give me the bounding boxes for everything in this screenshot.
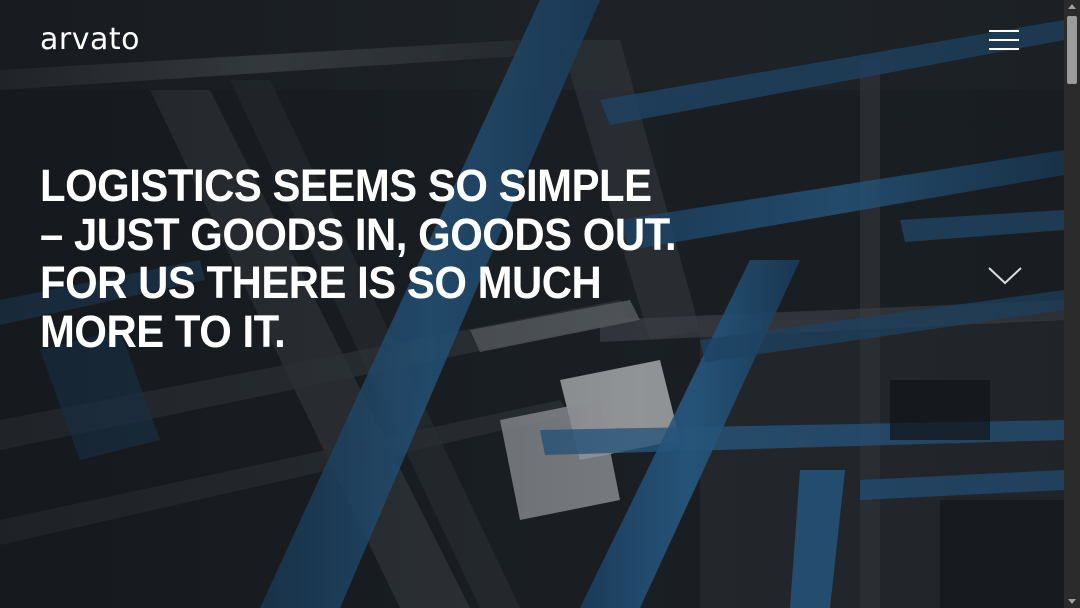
chevron-down-icon — [988, 267, 1022, 285]
headline-line: MORE TO IT. — [40, 305, 286, 357]
page: arvato LOGISTICS SEEMS SO SIMPLE – JUST … — [0, 0, 1080, 608]
scroll-up-arrow-icon[interactable] — [1068, 4, 1076, 9]
menu-button[interactable] — [985, 26, 1021, 54]
hero-headline: LOGISTICS SEEMS SO SIMPLE – JUST GOODS I… — [40, 160, 691, 357]
headline-line: FOR US THERE IS SO MUCH — [40, 257, 602, 308]
scroll-down-button[interactable] — [986, 264, 1024, 288]
vertical-scrollbar[interactable] — [1064, 0, 1080, 608]
scrollbar-thumb[interactable] — [1067, 16, 1077, 84]
hero-section: arvato LOGISTICS SEEMS SO SIMPLE – JUST … — [0, 0, 1064, 608]
hamburger-icon-line — [989, 48, 1019, 50]
scroll-down-arrow-icon[interactable] — [1068, 599, 1076, 604]
hamburger-icon — [989, 30, 1019, 32]
arvato-logo[interactable]: arvato — [40, 22, 140, 57]
headline-line: – JUST GOODS IN, GOODS OUT. — [40, 208, 677, 260]
hamburger-icon-line — [989, 39, 1019, 41]
headline-line: LOGISTICS SEEMS SO SIMPLE — [40, 160, 652, 211]
